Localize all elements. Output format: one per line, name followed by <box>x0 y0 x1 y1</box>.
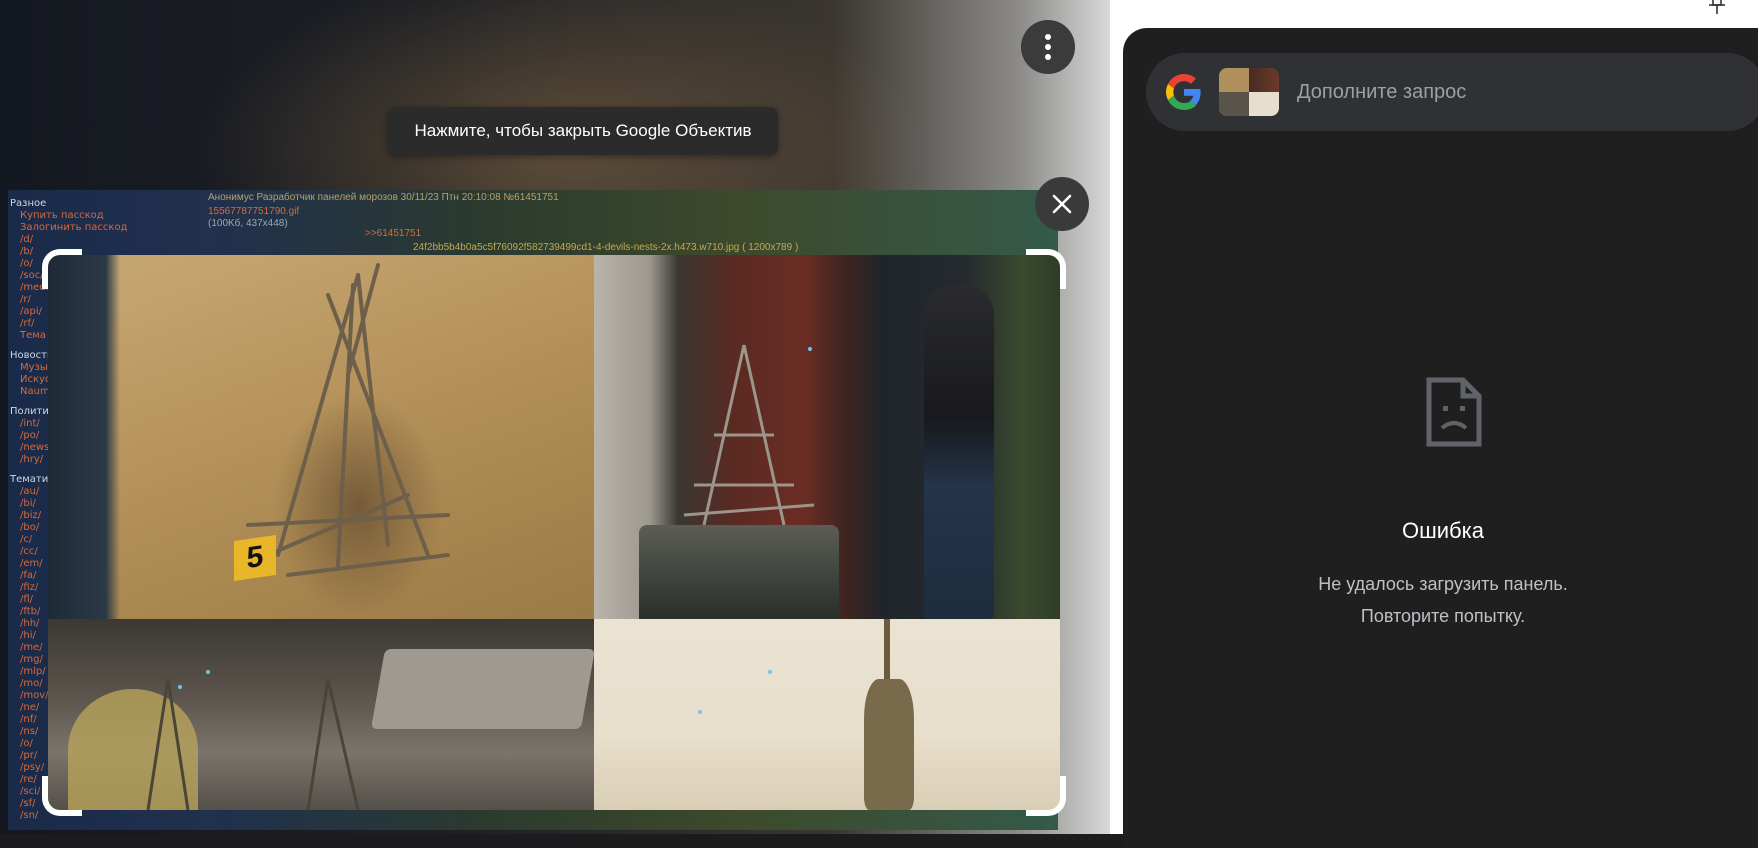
close-lens-tooltip: Нажмите, чтобы закрыть Google Объектив <box>388 107 778 155</box>
collage-tile-barn <box>594 255 1060 619</box>
close-icon <box>1052 194 1072 214</box>
selection-corner-handle[interactable] <box>1026 249 1066 289</box>
image-link[interactable]: 24f2bb5b4b0a5c5f76092f582739499cd1-4-dev… <box>413 242 798 253</box>
lens-dot <box>206 670 210 674</box>
search-placeholder[interactable]: Дополните запрос <box>1297 53 1466 131</box>
query-image-thumbnail[interactable] <box>1219 68 1279 116</box>
error-message: Не удалось загрузить панель. Повторите п… <box>1123 568 1758 632</box>
selection-corner-handle[interactable] <box>42 249 82 289</box>
metal-bucket <box>639 525 839 619</box>
lens-side-panel: Дополните запрос Ошибка Не удалось загру… <box>1123 28 1758 848</box>
nav-item[interactable]: /sn/ <box>8 810 178 822</box>
selection-corner-handle[interactable] <box>1026 776 1066 816</box>
pin-icon[interactable] <box>1706 0 1728 16</box>
stick-structure <box>246 263 450 577</box>
collage-tile-hanging <box>594 619 1060 810</box>
more-vert-icon <box>1045 34 1051 60</box>
stick-figure-small <box>146 678 360 810</box>
error-message-line: Не удалось загрузить панель. <box>1318 574 1568 594</box>
nav-item[interactable]: /d/ <box>8 234 178 246</box>
evidence-marker: 5 <box>234 535 276 581</box>
broken-page-icon <box>1426 377 1482 447</box>
nav-item[interactable]: Залогинить пасскод <box>8 222 178 234</box>
more-options-button[interactable] <box>1021 20 1075 74</box>
lens-selection[interactable]: 5 <box>42 249 1066 816</box>
reply-link[interactable]: >>61451751 <box>365 228 421 239</box>
error-message-line: Повторите попытку. <box>1360 606 1526 626</box>
selection-corner-handle[interactable] <box>42 776 82 816</box>
post-header: Анонимус Разработчик панелей морозов 30/… <box>208 192 559 203</box>
nav-item[interactable]: Разное <box>8 198 178 210</box>
person-in-doorway <box>924 285 994 619</box>
search-bar[interactable]: Дополните запрос <box>1146 53 1758 131</box>
lens-dot <box>808 347 812 351</box>
hanging-sticks <box>864 679 914 810</box>
lens-dot <box>178 685 182 689</box>
collage-tile-stick-structure: 5 <box>48 255 594 619</box>
close-selection-button[interactable] <box>1035 177 1089 231</box>
collage-tile-desks <box>48 619 594 810</box>
nav-item[interactable]: Купить пасскод <box>8 210 178 222</box>
google-g-icon <box>1166 74 1201 110</box>
lens-dot <box>768 670 772 674</box>
file-name-link[interactable]: 15567787751790.gif <box>208 206 299 217</box>
file-meta: (100Kб, 437x448) <box>208 218 288 229</box>
lens-dot <box>698 710 702 714</box>
error-title: Ошибка <box>1402 518 1484 543</box>
